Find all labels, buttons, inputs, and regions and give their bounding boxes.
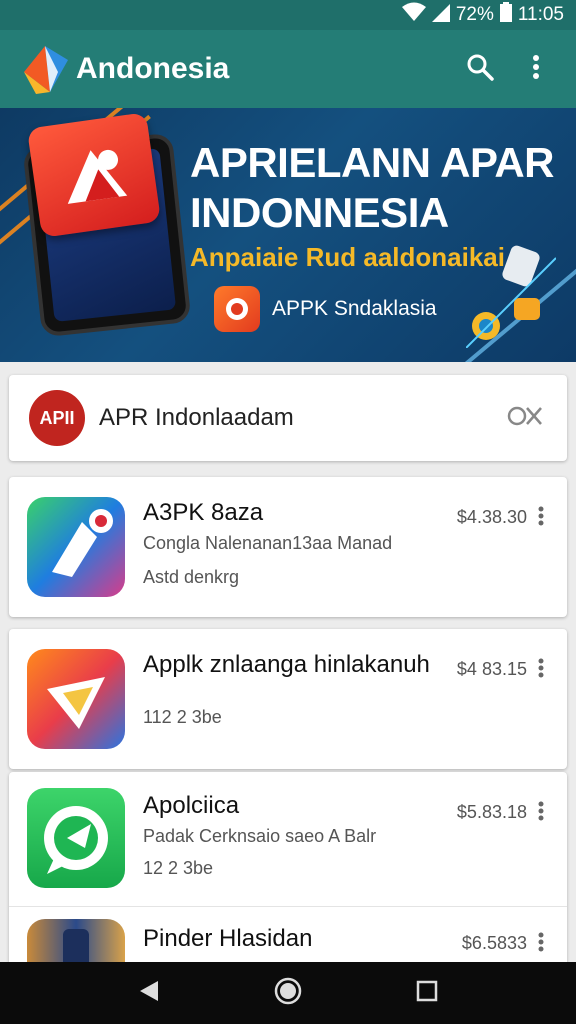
app-meta: 12 2 3be — [143, 858, 214, 878]
decorative-icons — [465, 238, 557, 349]
banner-mini-app: APPK Sndaklasia — [214, 286, 437, 332]
more-vert-icon — [538, 932, 544, 957]
battery-percent: 72% — [455, 4, 494, 25]
app-subtitle: Padak Cerknsaio saeo A Balr — [143, 826, 377, 846]
search-query: APR Indonlaadam — [99, 404, 294, 431]
app-overflow-button[interactable] — [529, 503, 553, 533]
app-price: $5.83.18 — [456, 802, 527, 822]
app-subtitle: Congla Nalenanan13aa Manad — [143, 533, 393, 553]
app-icon — [27, 649, 125, 749]
app-overflow-button[interactable] — [529, 929, 553, 959]
app-bar: Andonesia — [0, 30, 576, 108]
camera-app-icon — [214, 286, 260, 332]
app-icon — [27, 497, 125, 597]
app-overflow-button[interactable] — [529, 798, 553, 828]
banner-app-icon — [26, 112, 162, 238]
app-name: Pinder Hlasidan — [143, 925, 313, 952]
banner-tagline: Anpaiaie Rud aaldonaikai — [190, 242, 505, 272]
app-card[interactable]: A3PK 8aza Congla Nalenanan13aa Manad Ast… — [9, 477, 567, 617]
more-vert-icon — [538, 506, 544, 531]
banner-headline: APRIELANN APAR INDONNESIA — [190, 139, 555, 236]
back-triangle-icon — [138, 979, 160, 1008]
system-nav-bar — [0, 962, 576, 1024]
key-close-icon — [507, 404, 543, 433]
app-price: $6.5833 — [461, 933, 527, 953]
app-card[interactable]: Applk znlaanga hinlakanuh 112 2 3be $4 8… — [9, 629, 567, 769]
app-meta: 112 2 3be — [143, 707, 222, 727]
home-button[interactable] — [263, 968, 313, 1018]
app-name: Applk znlaanga hinlakanuh — [143, 651, 430, 678]
app-name: A3PK 8aza — [143, 499, 264, 526]
recents-square-icon — [416, 980, 438, 1007]
app-icon — [27, 788, 125, 888]
cell-signal-icon — [431, 2, 450, 28]
app-price: $4.38.30 — [456, 507, 527, 527]
home-circle-icon — [274, 977, 302, 1010]
search-result-header[interactable]: APII APR Indonlaadam — [9, 375, 567, 461]
overflow-menu-button[interactable] — [514, 47, 558, 91]
recents-button[interactable] — [402, 968, 452, 1018]
search-dismiss-button[interactable] — [503, 396, 547, 440]
app-title: Andonesia — [76, 52, 230, 85]
more-vert-icon — [538, 658, 544, 683]
list-item[interactable]: Applk znlaanga hinlakanuh 112 2 3be $4 8… — [9, 629, 567, 769]
more-vert-icon — [538, 801, 544, 826]
search-icon — [466, 53, 494, 86]
list-item[interactable]: Apolciica Padak Cerknsaio saeo A Balr 12… — [9, 772, 567, 906]
more-vert-icon — [532, 54, 540, 85]
app-name: Apolciica — [143, 792, 240, 819]
app-logo-icon — [18, 42, 72, 96]
promo-banner[interactable]: APRIELANN APAR INDONNESIA Anpaiaie Rud a… — [0, 108, 576, 362]
list-item[interactable]: A3PK 8aza Congla Nalenanan13aa Manad Ast… — [9, 477, 567, 617]
status-bar: 72% 11:05 — [0, 0, 576, 30]
back-button[interactable] — [124, 968, 174, 1018]
app-overflow-button[interactable] — [529, 655, 553, 685]
clock: 11:05 — [517, 4, 564, 25]
search-app-logo-icon: APII — [29, 390, 85, 446]
app-card[interactable]: Apolciica Padak Cerknsaio saeo A Balr 12… — [9, 772, 567, 972]
app-price: $4 83.15 — [456, 659, 527, 679]
search-button[interactable] — [458, 47, 502, 91]
wifi-icon — [401, 2, 426, 28]
app-meta: Astd denkrg — [143, 567, 240, 587]
battery-icon — [499, 2, 512, 28]
